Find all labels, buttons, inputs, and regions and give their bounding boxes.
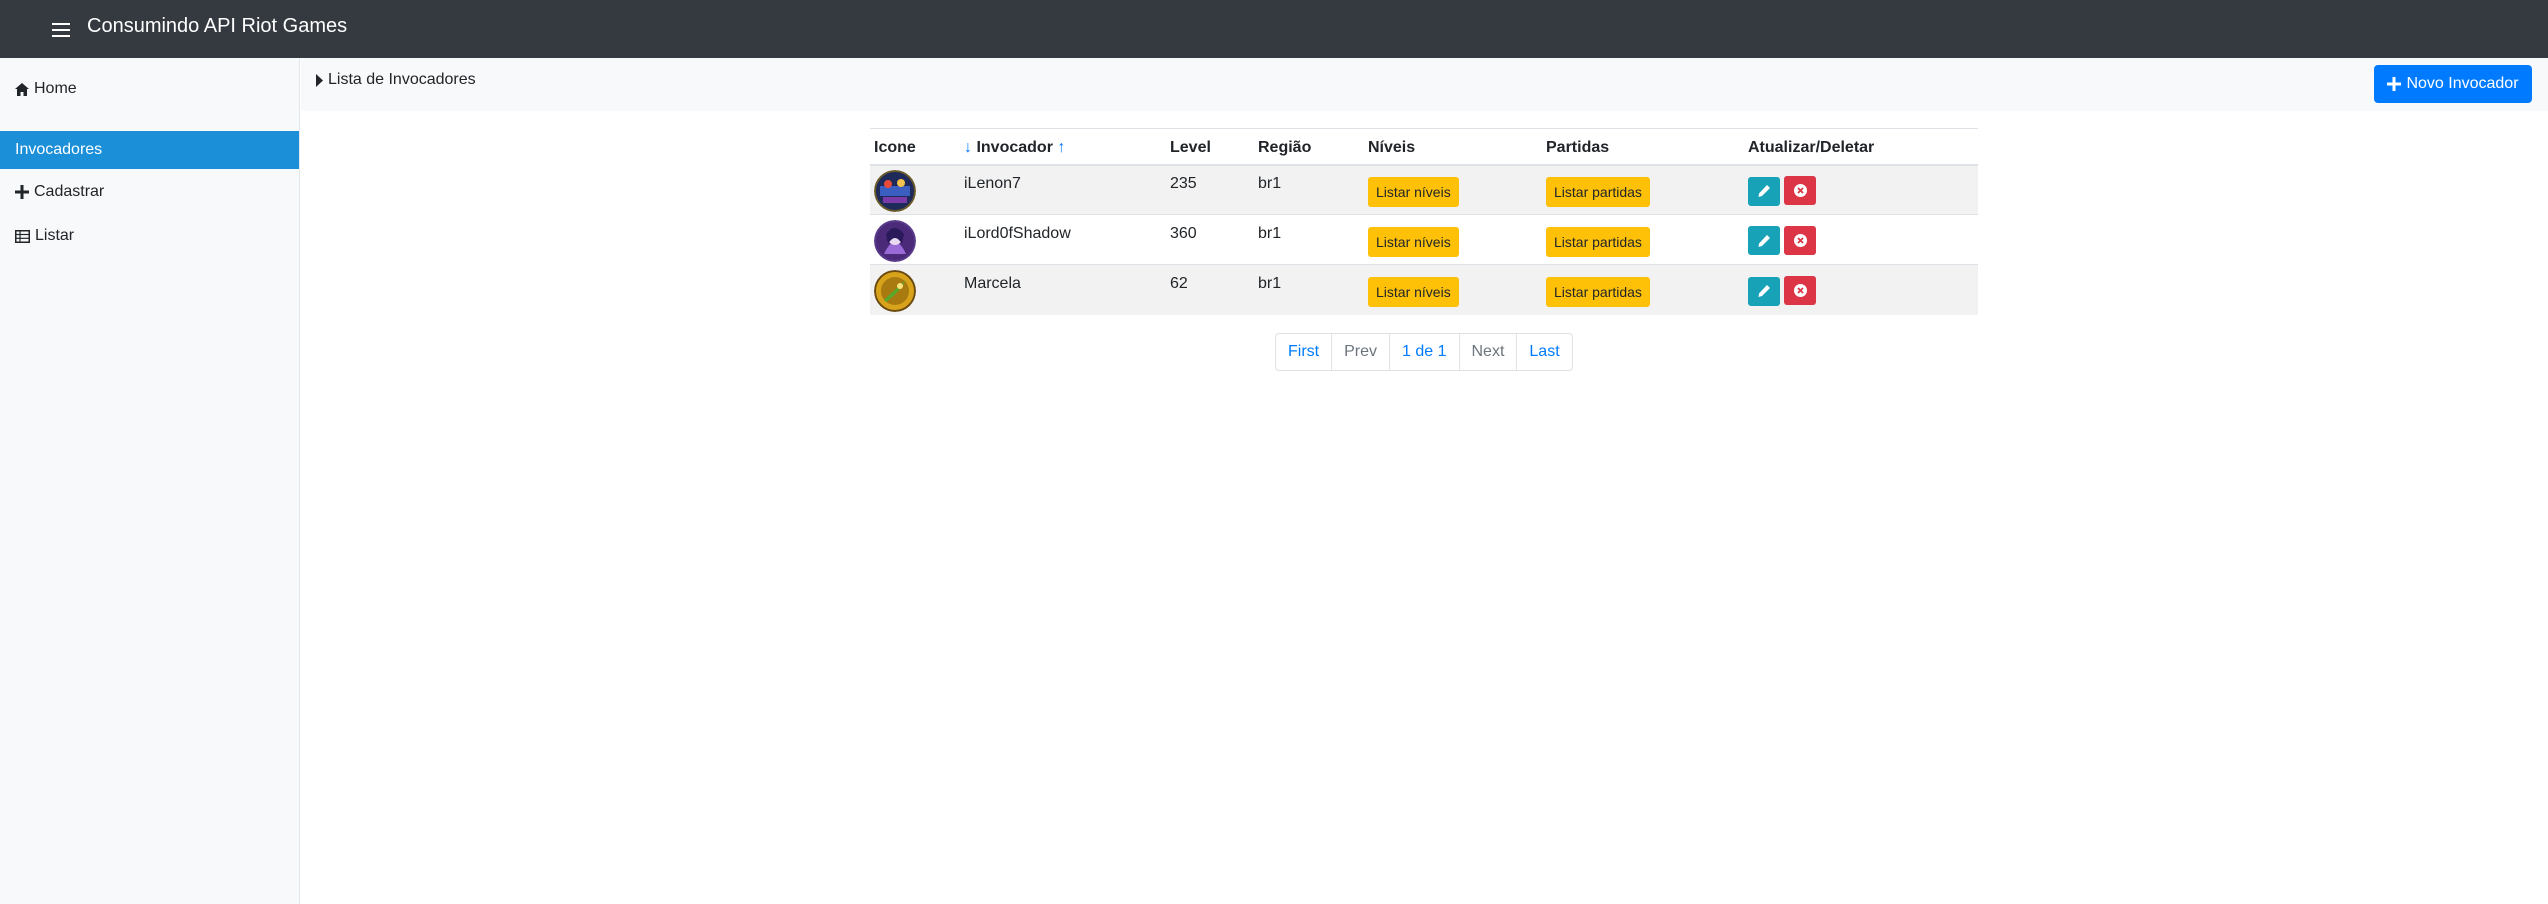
sidebar-item-label: Listar [35, 227, 75, 244]
pencil-icon [1758, 185, 1770, 197]
page-last[interactable]: Last [1516, 334, 1571, 370]
invocadores-table: Icone ↓ Invocador ↑ Level Região Níveis … [870, 128, 1978, 315]
pencil-icon [1758, 285, 1770, 297]
new-invocador-button[interactable]: Novo Invocador [2374, 65, 2532, 103]
hamburger-icon[interactable] [52, 21, 70, 37]
sidebar-item-home[interactable]: Home [0, 70, 299, 108]
listar-niveis-button[interactable]: Listar níveis [1368, 226, 1459, 257]
page-prev[interactable]: Prev [1331, 334, 1389, 370]
close-circle-icon [1793, 233, 1807, 247]
invocador-region: br1 [1258, 274, 1282, 292]
top-navbar: Consumindo API Riot Games [0, 0, 2548, 58]
table-row: iLenon7 235 br1 Listar níveis Listar par… [870, 164, 1978, 215]
page-first[interactable]: First [1276, 334, 1331, 370]
listar-partidas-button[interactable]: Listar partidas [1546, 276, 1650, 307]
invocador-region: br1 [1258, 224, 1282, 242]
avatar [874, 220, 916, 262]
delete-button[interactable] [1784, 225, 1816, 255]
new-invocador-label: Novo Invocador [2406, 75, 2519, 92]
page-current[interactable]: 1 de 1 [1389, 334, 1458, 370]
header-regiao: Região [1254, 128, 1364, 166]
edit-button[interactable] [1748, 226, 1780, 256]
edit-button[interactable] [1748, 276, 1780, 306]
avatar [874, 270, 916, 313]
sort-asc-icon[interactable]: ↑ [1057, 139, 1065, 156]
avatar [874, 170, 916, 213]
header-invocador[interactable]: ↓ Invocador ↑ [960, 128, 1166, 166]
sidebar-item-label: Invocadores [15, 141, 103, 158]
sidebar-item-listar[interactable]: Listar [0, 217, 299, 255]
listar-partidas-button[interactable]: Listar partidas [1546, 176, 1650, 207]
avatar-cell [870, 264, 960, 315]
listar-niveis-button[interactable]: Listar níveis [1368, 276, 1459, 307]
plus-icon [2387, 77, 2402, 91]
table-row: iLord0fShadow 360 br1 Listar níveis List… [870, 214, 1978, 265]
invocador-name: Marcela [964, 274, 1021, 292]
delete-button[interactable] [1784, 276, 1816, 305]
close-circle-icon [1793, 284, 1807, 297]
header-icone: Icone [870, 128, 960, 166]
edit-button[interactable] [1748, 176, 1780, 206]
breadcrumb-label: Lista de Invocadores [328, 71, 476, 88]
breadcrumb: Lista de Invocadores [316, 71, 476, 89]
close-circle-icon [1793, 184, 1807, 197]
table-row: Marcela 62 br1 Listar níveis Listar part… [870, 264, 1978, 315]
sort-desc-icon[interactable]: ↓ [964, 139, 972, 156]
sidebar-item-cadastrar[interactable]: Cadastrar [0, 173, 299, 211]
invocador-level: 62 [1170, 274, 1188, 292]
header-partidas: Partidas [1542, 128, 1744, 166]
invocador-name: iLenon7 [964, 174, 1021, 192]
table-icon [15, 229, 30, 243]
header-niveis: Níveis [1364, 128, 1542, 166]
sidebar-section-invocadores[interactable]: Invocadores [0, 131, 299, 169]
sidebar-item-label: Home [34, 80, 77, 97]
page-next[interactable]: Next [1458, 334, 1517, 370]
header-invocador-label: Invocador [976, 139, 1053, 157]
listar-niveis-button[interactable]: Listar níveis [1368, 176, 1459, 207]
pagination: First Prev 1 de 1 Next Last [1275, 333, 1573, 371]
header-acoes: Atualizar/Deletar [1744, 128, 1978, 166]
home-icon [15, 82, 29, 96]
app-title: Consumindo API Riot Games [87, 15, 348, 37]
breadcrumb-bar: Lista de Invocadores [301, 58, 2548, 111]
sidebar-item-label: Cadastrar [34, 183, 105, 200]
invocador-level: 360 [1170, 224, 1197, 242]
header-level: Level [1166, 128, 1254, 166]
invocador-name: iLord0fShadow [964, 224, 1071, 242]
pencil-icon [1758, 234, 1770, 247]
delete-button[interactable] [1784, 176, 1816, 205]
sidebar: Home Invocadores Cadastrar Listar [0, 58, 300, 904]
plus-icon [15, 185, 29, 199]
invocador-level: 235 [1170, 174, 1197, 192]
caret-right-icon [316, 73, 323, 87]
avatar-cell [870, 214, 960, 265]
listar-partidas-button[interactable]: Listar partidas [1546, 226, 1650, 257]
table-header-row: Icone ↓ Invocador ↑ Level Região Níveis … [870, 128, 1978, 166]
avatar-cell [870, 164, 960, 215]
invocador-region: br1 [1258, 174, 1282, 192]
